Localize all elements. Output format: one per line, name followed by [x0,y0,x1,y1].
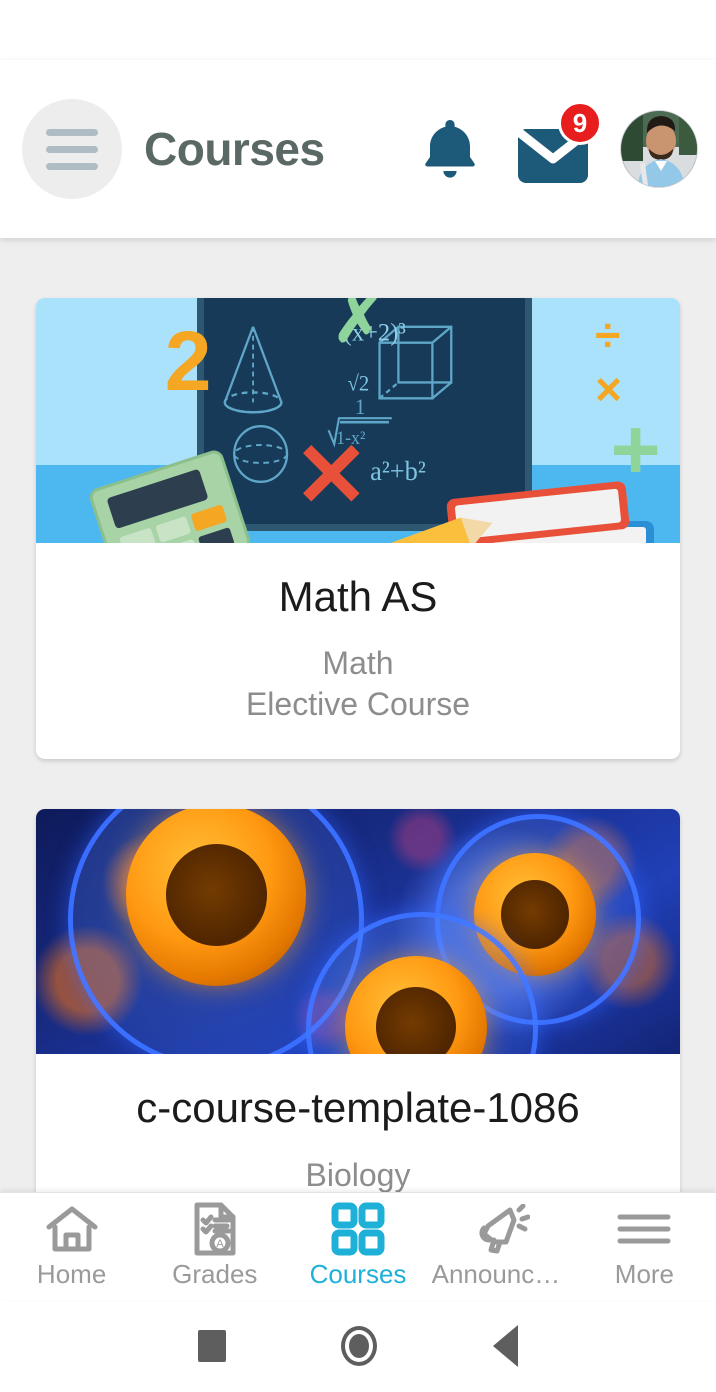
avatar[interactable] [620,110,698,188]
symbol-check: ✗ [332,298,385,356]
notifications-button[interactable] [412,99,488,199]
nav-item-announcements[interactable]: Announce… [430,1193,573,1300]
biology-cells-microscope-photo [36,809,680,1055]
symbol-multiply: ✕ [293,426,370,527]
course-subject: Math [322,645,394,682]
more-lines-icon [616,1203,672,1255]
courses-list[interactable]: 1 1-x² (x+2)³ √2 a²+b² 2 + ✕ ÷ × ✗ Math … [0,238,716,1192]
svg-text:√2: √2 [347,371,369,396]
course-card[interactable]: c-course-template-1086 Biology [36,809,680,1192]
course-card-body: c-course-template-1086 Biology [36,1054,680,1192]
bottom-navigation: Home A Grades Courses Announce… More [0,1192,716,1300]
course-title: Math AS [278,573,438,620]
math-chalkboard-illustration: 1 1-x² (x+2)³ √2 a²+b² 2 + ✕ ÷ × ✗ [36,298,680,543]
nav-label-courses: Courses [309,1259,407,1289]
course-card-body: Math AS Math Elective Course [36,543,680,759]
square-recents-icon[interactable] [197,1330,226,1362]
course-subject: Biology [305,1156,411,1193]
nav-item-more[interactable]: More [573,1193,716,1300]
grades-document-icon: A [192,1202,238,1256]
home-icon [45,1203,99,1255]
hamburger-menu-icon [46,128,98,170]
course-title: c-course-template-1086 [136,1084,580,1132]
nav-label-grades: Grades [172,1259,258,1289]
bell-icon [425,120,475,178]
inbox-badge: 9 [558,101,602,145]
inbox-button[interactable]: 9 [510,99,602,199]
nav-label-home: Home [36,1259,107,1289]
symbol-two: 2 [164,313,212,408]
svg-text:1: 1 [355,395,365,420]
course-card-image [36,809,680,1055]
course-type: Elective Course [245,686,471,723]
hamburger-menu-button[interactable] [22,99,122,199]
nav-item-home[interactable]: Home [0,1193,143,1300]
courses-grid-icon [331,1202,385,1256]
course-card[interactable]: 1 1-x² (x+2)³ √2 a²+b² 2 + ✕ ÷ × ✗ Math … [36,298,680,760]
course-card-image: 1 1-x² (x+2)³ √2 a²+b² 2 + ✕ ÷ × ✗ [36,298,680,543]
status-bar [0,0,716,60]
nav-item-courses[interactable]: Courses [286,1193,429,1300]
symbol-divide: ÷ × [595,308,623,415]
nav-label-announcements: Announce… [431,1259,573,1289]
svg-text:a²+b²: a²+b² [370,455,426,486]
page-title: Courses [144,123,325,175]
megaphone-icon [472,1203,531,1255]
circle-home-icon[interactable] [341,1326,378,1366]
system-navigation-bar [0,1300,716,1392]
triangle-back-icon[interactable] [493,1325,519,1367]
svg-text:A: A [216,1238,224,1250]
avatar-photo [621,111,697,187]
phone-screen: Courses 9 1 1-x² (x+2)³ √2 a²+b² 2 + ✕ ÷… [0,0,716,1392]
nav-label-more: More [614,1259,675,1289]
app-header: Courses 9 [0,60,716,238]
nav-item-grades[interactable]: A Grades [143,1193,286,1300]
